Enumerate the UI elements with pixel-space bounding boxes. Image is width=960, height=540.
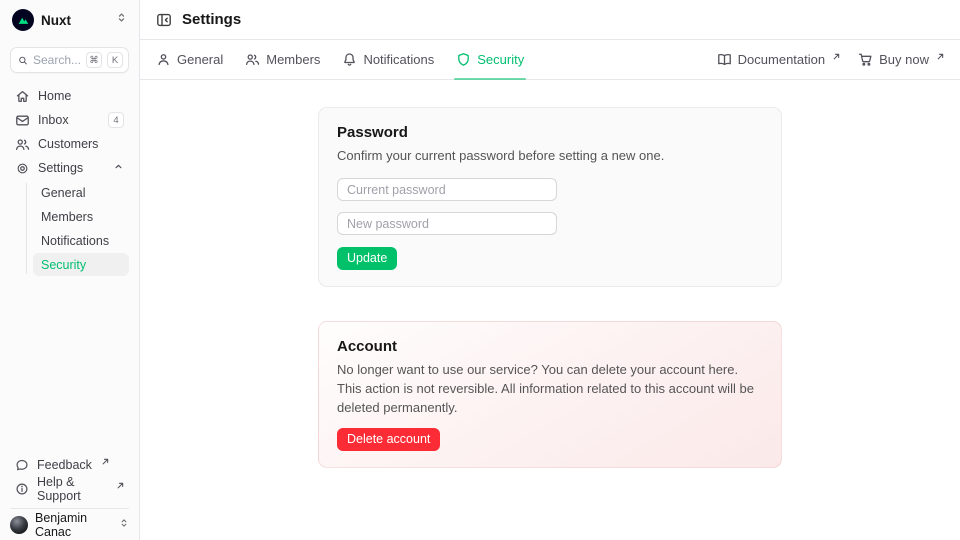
- home-icon: [15, 89, 30, 104]
- external-link-icon: [102, 454, 109, 468]
- account-card-title: Account: [337, 338, 763, 355]
- sidebar-item-label: Inbox: [38, 113, 69, 127]
- sidebar-item-general[interactable]: General: [33, 181, 129, 204]
- sidebar-item-members[interactable]: Members: [33, 205, 129, 228]
- external-link-icon: [117, 478, 124, 492]
- account-card: Account No longer want to use our servic…: [318, 321, 782, 468]
- sidebar-item-label: Feedback: [37, 458, 92, 472]
- chat-bubble-icon: [15, 458, 29, 472]
- password-card: Password Confirm your current password b…: [318, 107, 782, 287]
- main-panel: Settings General Members: [140, 0, 960, 540]
- users-icon: [15, 137, 30, 152]
- sidebar-item-label: Notifications: [41, 234, 109, 248]
- sidebar-item-label: Members: [41, 210, 93, 224]
- sidebar-item-settings[interactable]: Settings: [10, 156, 129, 180]
- user-icon: [156, 52, 171, 67]
- password-card-title: Password: [337, 124, 763, 141]
- kbd-k: K: [107, 52, 123, 68]
- tab-security[interactable]: Security: [456, 40, 524, 79]
- tab-label: Security: [477, 52, 524, 67]
- delete-account-button[interactable]: Delete account: [337, 428, 440, 451]
- user-menu[interactable]: Benjamin Canac: [0, 509, 141, 540]
- update-button[interactable]: Update: [337, 247, 397, 270]
- external-link-icon: [937, 48, 944, 63]
- sidebar-item-label: Help & Support: [37, 475, 107, 503]
- tabbar-links: Documentation Buy now: [717, 40, 944, 79]
- sidebar-item-inbox[interactable]: Inbox 4: [10, 108, 129, 132]
- tab-label: Notifications: [363, 52, 434, 67]
- sidebar-item-help-support[interactable]: Help & Support: [10, 477, 129, 501]
- sidebar-item-label: Home: [38, 89, 71, 103]
- sidebar-item-notifications[interactable]: Notifications: [33, 229, 129, 252]
- password-card-description: Confirm your current password before set…: [337, 146, 763, 165]
- bell-icon: [342, 52, 357, 67]
- workspace-switcher[interactable]: Nuxt: [0, 0, 139, 40]
- account-card-description: No longer want to use our service? You c…: [337, 360, 763, 417]
- documentation-label: Documentation: [738, 52, 825, 67]
- search-input[interactable]: Search... ⌘ K: [10, 47, 129, 73]
- sidebar-item-label: Security: [41, 258, 86, 272]
- current-password-input[interactable]: [337, 178, 557, 201]
- gear-icon: [15, 161, 30, 176]
- user-avatar: [10, 516, 28, 534]
- inbox-icon: [15, 113, 30, 128]
- new-password-input[interactable]: [337, 212, 557, 235]
- settings-subnav: General Members Notifications Security: [10, 181, 129, 276]
- inbox-badge: 4: [108, 112, 124, 128]
- tab-members[interactable]: Members: [245, 40, 320, 79]
- sidebar-item-feedback[interactable]: Feedback: [10, 453, 129, 477]
- sidebar-item-label: General: [41, 186, 85, 200]
- tab-notifications[interactable]: Notifications: [342, 40, 434, 79]
- user-name: Benjamin Canac: [35, 511, 112, 539]
- sidebar-item-customers[interactable]: Customers: [10, 132, 129, 156]
- chevron-up-down-icon: [119, 516, 129, 534]
- book-open-icon: [717, 52, 732, 67]
- search-icon: [18, 54, 28, 67]
- sidebar-nav: Home Inbox 4 Customers: [0, 82, 139, 278]
- tab-label: Members: [266, 52, 320, 67]
- workspace-name: Nuxt: [41, 13, 71, 28]
- tab-general[interactable]: General: [156, 40, 223, 79]
- kbd-meta: ⌘: [86, 52, 102, 68]
- shield-icon: [456, 52, 471, 67]
- buy-now-label: Buy now: [879, 52, 929, 67]
- settings-tabbar: General Members Notifications: [140, 40, 960, 80]
- page-title: Settings: [182, 11, 241, 28]
- chevron-up-icon: [113, 161, 124, 175]
- documentation-link[interactable]: Documentation: [717, 52, 840, 67]
- collapse-sidebar-icon[interactable]: [156, 12, 172, 28]
- tab-label: General: [177, 52, 223, 67]
- chevron-up-down-icon: [116, 11, 127, 29]
- search-placeholder: Search...: [33, 53, 81, 67]
- info-circle-icon: [15, 482, 29, 496]
- sidebar-item-security[interactable]: Security: [33, 253, 129, 276]
- sidebar: Nuxt Search... ⌘ K Home: [0, 0, 140, 540]
- users-icon: [245, 52, 260, 67]
- security-content: Password Confirm your current password b…: [140, 80, 960, 540]
- page-header: Settings: [140, 0, 960, 40]
- sidebar-footer: Feedback Help & Support Benjamin Canac: [0, 449, 139, 540]
- app: Nuxt Search... ⌘ K Home: [0, 0, 960, 540]
- cart-icon: [858, 52, 873, 67]
- sidebar-item-label: Customers: [38, 137, 98, 151]
- buy-now-link[interactable]: Buy now: [858, 52, 944, 67]
- external-link-icon: [833, 48, 840, 63]
- nuxt-logo-icon: [12, 9, 34, 31]
- sidebar-item-home[interactable]: Home: [10, 84, 129, 108]
- sidebar-item-label: Settings: [38, 161, 83, 175]
